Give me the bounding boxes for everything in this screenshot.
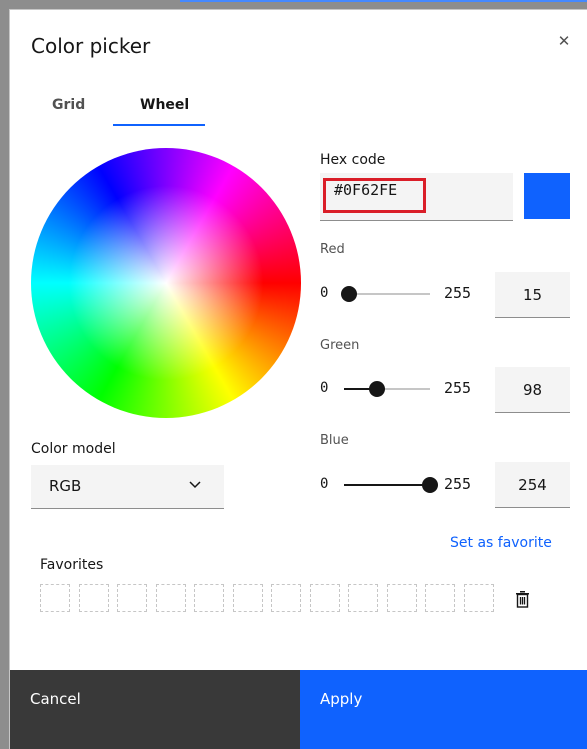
favorite-slot[interactable]	[425, 584, 455, 612]
red-max: 255	[444, 284, 472, 302]
favorite-slot[interactable]	[40, 584, 70, 612]
favorites-label: Favorites	[40, 557, 104, 573]
tab-wheel[interactable]: Wheel	[114, 94, 206, 125]
favorite-slot[interactable]	[348, 584, 378, 612]
hex-code-label: Hex code	[320, 152, 386, 168]
red-slider[interactable]	[341, 286, 430, 302]
color-model-value: RGB	[49, 477, 82, 495]
blue-slider-fill	[344, 484, 430, 486]
green-value-input[interactable]: 98	[495, 367, 570, 413]
color-model-select[interactable]: RGB	[31, 465, 224, 509]
color-swatch	[524, 173, 570, 219]
color-wheel[interactable]	[31, 148, 301, 418]
background-accent-line	[180, 0, 587, 2]
chevron-down-icon	[189, 481, 201, 489]
red-min: 0	[320, 285, 329, 301]
close-icon[interactable]: ✕	[555, 32, 573, 50]
favorite-slot[interactable]	[271, 584, 301, 612]
favorite-slot[interactable]	[194, 584, 224, 612]
favorite-slot[interactable]	[386, 584, 417, 612]
color-picker-dialog: Color picker ✕ Grid Wheel Hex code #0F62…	[10, 10, 587, 749]
red-slider-thumb[interactable]	[341, 286, 358, 302]
blue-max: 255	[444, 475, 472, 493]
green-slider[interactable]	[344, 381, 430, 397]
blue-min: 0	[320, 476, 329, 492]
cancel-button[interactable]: Cancel	[10, 670, 300, 749]
blue-slider-thumb[interactable]	[421, 477, 438, 493]
green-max: 255	[444, 379, 472, 397]
hex-code-input[interactable]: #0F62FE	[320, 173, 513, 221]
favorite-slot[interactable]	[232, 584, 263, 612]
set-as-favorite-link[interactable]: Set as favorite	[450, 535, 552, 551]
blue-slider[interactable]	[344, 477, 438, 493]
favorite-slot[interactable]	[309, 584, 340, 612]
hex-code-value: #0F62FE	[334, 181, 398, 199]
apply-button[interactable]: Apply	[300, 670, 587, 749]
red-value-input[interactable]: 15	[495, 272, 570, 318]
blue-value-input[interactable]: 254	[495, 462, 570, 508]
tab-grid-label: Grid	[52, 97, 86, 113]
favorite-slot[interactable]	[78, 584, 109, 612]
favorite-slot[interactable]	[117, 584, 147, 612]
trash-icon[interactable]	[515, 591, 530, 608]
dialog-footer: Cancel Apply	[10, 670, 587, 749]
red-label: Red	[320, 242, 345, 257]
dialog-title: Color picker	[31, 34, 151, 58]
favorite-slot[interactable]	[463, 584, 494, 612]
green-slider-thumb[interactable]	[369, 381, 386, 397]
tab-grid[interactable]: Grid	[52, 94, 92, 125]
green-label: Green	[320, 338, 360, 353]
favorite-slot[interactable]	[155, 584, 186, 612]
color-model-label: Color model	[31, 441, 116, 457]
tab-wheel-label: Wheel	[140, 97, 190, 113]
tab-selected-indicator	[113, 124, 205, 126]
green-min: 0	[320, 380, 329, 396]
favorites-row	[40, 584, 495, 612]
blue-label: Blue	[320, 433, 349, 448]
